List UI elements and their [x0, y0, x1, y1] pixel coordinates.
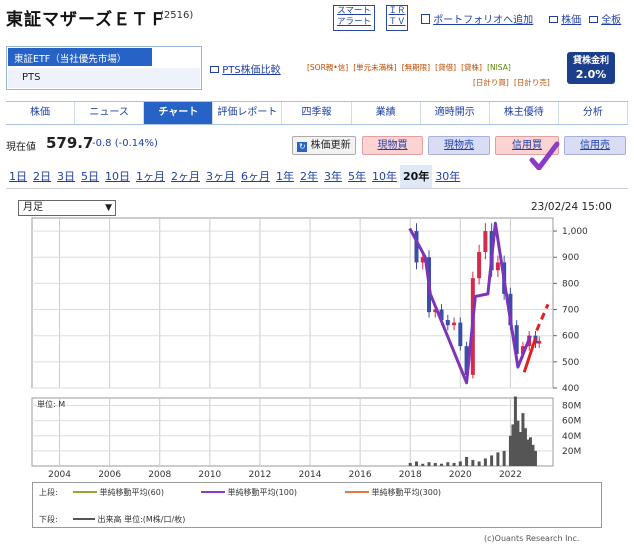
y-tick-label: 1,000	[562, 227, 588, 237]
volume-bar	[490, 455, 494, 466]
y-tick-label: 700	[562, 306, 579, 316]
chart-legend: 上段: 単純移動平均(60) 単純移動平均(100) 単純移動平均(300) 下…	[32, 482, 602, 528]
candle-body	[495, 262, 500, 271]
volume-bar	[502, 450, 506, 466]
candle-body	[483, 231, 488, 252]
volume-panel: 2004 2006 2008 2010 2012 2014 2016 2018 2020 2022…	[31, 396, 581, 480]
volume-bar	[465, 456, 469, 466]
data-credit: (c)Ouants Research Inc.	[484, 534, 580, 543]
x-tick-label: 2004	[48, 470, 71, 480]
ma100-swatch	[201, 491, 225, 493]
volume-bar	[433, 462, 437, 466]
volume-unit-label: 単位: M	[37, 399, 65, 409]
legend-ma60: 単純移動平均(60)	[73, 487, 164, 498]
y-tick-label: 600	[562, 332, 579, 342]
volume-bar	[427, 462, 431, 466]
volume-bar	[421, 463, 425, 466]
volume-bar	[477, 461, 481, 466]
volume-bar	[440, 463, 444, 466]
volume-bar	[496, 452, 500, 466]
ma60-swatch	[73, 491, 97, 493]
volume-y-tick-label: 20M	[562, 447, 581, 457]
y-tick-label: 900	[562, 253, 579, 263]
x-tick-label: 2006	[98, 470, 121, 480]
x-tick-label: 2010	[198, 470, 221, 480]
volume-bar	[458, 461, 462, 466]
x-tick-label: 2022	[499, 470, 522, 480]
y-tick-label: 500	[562, 358, 579, 368]
volume-y-tick-label: 80M	[562, 402, 581, 412]
volume-y-tick-label: 60M	[562, 417, 581, 427]
volume-bar	[408, 462, 412, 466]
legend-ma100: 単純移動平均(100)	[201, 487, 297, 498]
volume-swatch	[73, 518, 95, 520]
candle-body	[477, 252, 482, 279]
x-tick-label: 2020	[449, 470, 472, 480]
y-tick-label: 800	[562, 279, 579, 289]
x-tick-label: 2008	[148, 470, 171, 480]
x-tick-label: 2012	[248, 470, 271, 480]
volume-bar	[533, 450, 537, 466]
price-chart[interactable]: 1,000 900 800 700 600 500 400 2004 2006 2008 2010…	[0, 0, 634, 558]
candle-body	[452, 322, 457, 326]
legend-upper-label: 上段:	[39, 488, 58, 497]
candle-body	[537, 340, 542, 344]
volume-plot-frame	[31, 397, 554, 467]
x-tick-label: 2014	[299, 470, 322, 480]
ma300-swatch	[345, 491, 369, 493]
y-tick-label: 400	[562, 384, 579, 394]
volume-bar	[414, 461, 418, 466]
x-tick-label: 2018	[399, 470, 422, 480]
legend-lower-label: 下段:	[39, 515, 58, 524]
volume-bar	[446, 462, 450, 466]
volume-bar	[471, 459, 475, 466]
volume-bar	[452, 462, 456, 466]
trend-projection-red	[535, 303, 550, 332]
legend-ma300: 単純移動平均(300)	[345, 487, 441, 498]
price-panel: 1,000 900 800 700 600 500 400	[31, 217, 588, 394]
x-tick-label: 2016	[349, 470, 372, 480]
volume-y-tick-label: 40M	[562, 432, 581, 442]
candle-body	[445, 320, 450, 326]
candle-body	[458, 322, 463, 347]
legend-volume: 出来高 単位:(M株/口/枚)	[73, 514, 185, 525]
volume-bar	[483, 458, 487, 466]
